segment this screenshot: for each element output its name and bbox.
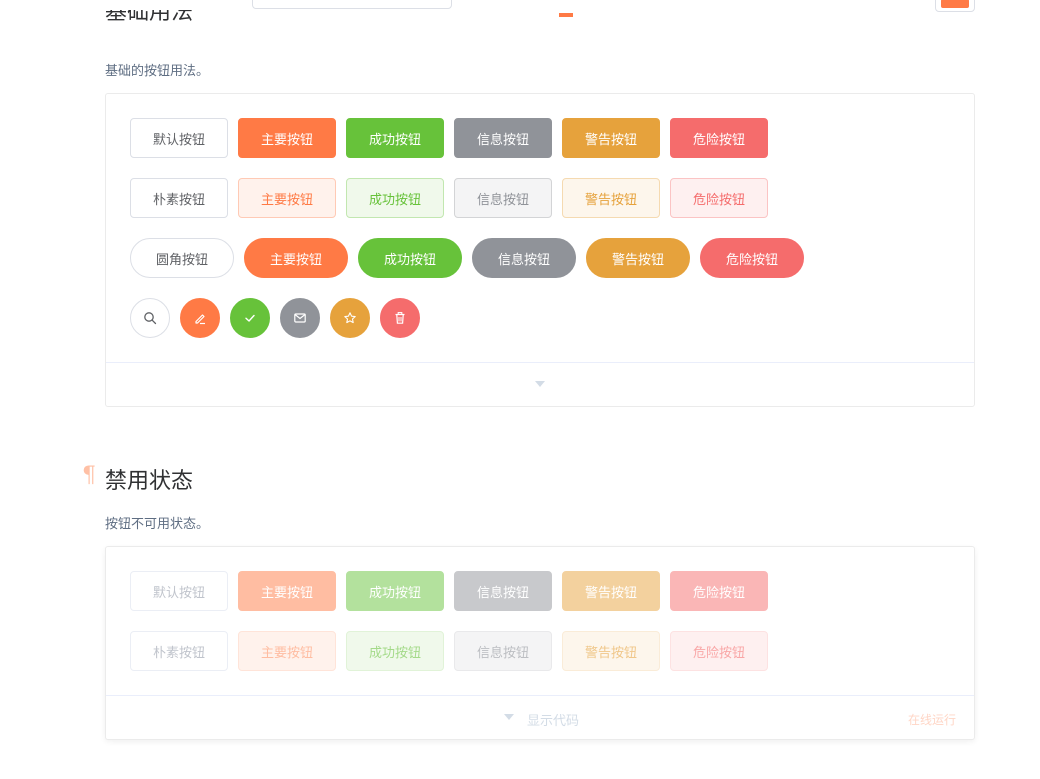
- circle-search-button[interactable]: [130, 298, 170, 338]
- button-row-disabled-plain: 朴素按钮 主要按钮 成功按钮 信息按钮 警告按钮 危险按钮: [130, 631, 768, 671]
- expand-caret-icon: [504, 714, 514, 720]
- round-success-button[interactable]: 成功按钮: [358, 238, 462, 278]
- section-description-basic: 基础的按钮用法。: [105, 64, 210, 79]
- section-description-disabled: 按钮不可用状态。: [105, 517, 210, 532]
- button-row-round: 圆角按钮 主要按钮 成功按钮 信息按钮 警告按钮 危险按钮: [130, 238, 804, 278]
- disabled-warning-button: 警告按钮: [562, 571, 660, 611]
- circle-message-button[interactable]: [280, 298, 320, 338]
- info-button[interactable]: 信息按钮: [454, 118, 552, 158]
- disabled-plain-success-button: 成功按钮: [346, 631, 444, 671]
- check-icon: [243, 311, 257, 325]
- delete-icon: [393, 311, 407, 325]
- demo-control-bar[interactable]: [106, 362, 974, 406]
- round-warning-button[interactable]: 警告按钮: [586, 238, 690, 278]
- button-row-plain: 朴素按钮 主要按钮 成功按钮 信息按钮 警告按钮 危险按钮: [130, 178, 768, 218]
- circle-edit-button[interactable]: [180, 298, 220, 338]
- plain-warning-button[interactable]: 警告按钮: [562, 178, 660, 218]
- section-title-basic: 基础用法: [105, 10, 194, 25]
- warning-button[interactable]: 警告按钮: [562, 118, 660, 158]
- active-tab-indicator: [559, 13, 573, 17]
- disabled-plain-info-button: 信息按钮: [454, 631, 552, 671]
- show-code-toggle[interactable]: 显示代码: [527, 710, 579, 729]
- disabled-danger-button: 危险按钮: [670, 571, 768, 611]
- plain-primary-button[interactable]: 主要按钮: [238, 178, 336, 218]
- disabled-plain-warning-button: 警告按钮: [562, 631, 660, 671]
- disabled-info-button: 信息按钮: [454, 571, 552, 611]
- button-row-default: 默认按钮 主要按钮 成功按钮 信息按钮 警告按钮 危险按钮: [130, 118, 768, 158]
- danger-button[interactable]: 危险按钮: [670, 118, 768, 158]
- star-icon: [343, 311, 357, 325]
- demo-block-basic: 默认按钮 主要按钮 成功按钮 信息按钮 警告按钮 危险按钮 朴素按钮 主要按钮 …: [105, 93, 975, 407]
- top-action-button[interactable]: [935, 0, 975, 12]
- disabled-plain-primary-button: 主要按钮: [238, 631, 336, 671]
- message-icon: [293, 311, 307, 325]
- default-button[interactable]: 默认按钮: [130, 118, 228, 158]
- plain-info-button[interactable]: 信息按钮: [454, 178, 552, 218]
- disabled-plain-danger-button: 危险按钮: [670, 631, 768, 671]
- plain-danger-button[interactable]: 危险按钮: [670, 178, 768, 218]
- disabled-plain-default-button: 朴素按钮: [130, 631, 228, 671]
- anchor-icon[interactable]: ¶: [82, 463, 96, 488]
- primary-button[interactable]: 主要按钮: [238, 118, 336, 158]
- circle-check-button[interactable]: [230, 298, 270, 338]
- search-icon: [143, 311, 157, 325]
- button-row-circle: [130, 298, 420, 338]
- round-primary-button[interactable]: 主要按钮: [244, 238, 348, 278]
- round-info-button[interactable]: 信息按钮: [472, 238, 576, 278]
- section-title-disabled: 禁用状态: [105, 469, 194, 494]
- demo-block-disabled: 默认按钮 主要按钮 成功按钮 信息按钮 警告按钮 危险按钮 朴素按钮 主要按钮 …: [105, 546, 975, 740]
- circle-delete-button[interactable]: [380, 298, 420, 338]
- disabled-success-button: 成功按钮: [346, 571, 444, 611]
- success-button[interactable]: 成功按钮: [346, 118, 444, 158]
- run-online-link[interactable]: 在线运行: [908, 711, 956, 728]
- edit-icon: [193, 311, 207, 325]
- round-default-button[interactable]: 圆角按钮: [130, 238, 234, 278]
- plain-success-button[interactable]: 成功按钮: [346, 178, 444, 218]
- search-input[interactable]: [252, 0, 452, 9]
- circle-star-button[interactable]: [330, 298, 370, 338]
- disabled-primary-button: 主要按钮: [238, 571, 336, 611]
- round-danger-button[interactable]: 危险按钮: [700, 238, 804, 278]
- plain-default-button[interactable]: 朴素按钮: [130, 178, 228, 218]
- expand-caret-icon: [535, 381, 545, 387]
- button-row-disabled: 默认按钮 主要按钮 成功按钮 信息按钮 警告按钮 危险按钮: [130, 571, 768, 611]
- disabled-default-button: 默认按钮: [130, 571, 228, 611]
- demo-control-bar[interactable]: 显示代码 在线运行: [106, 695, 974, 739]
